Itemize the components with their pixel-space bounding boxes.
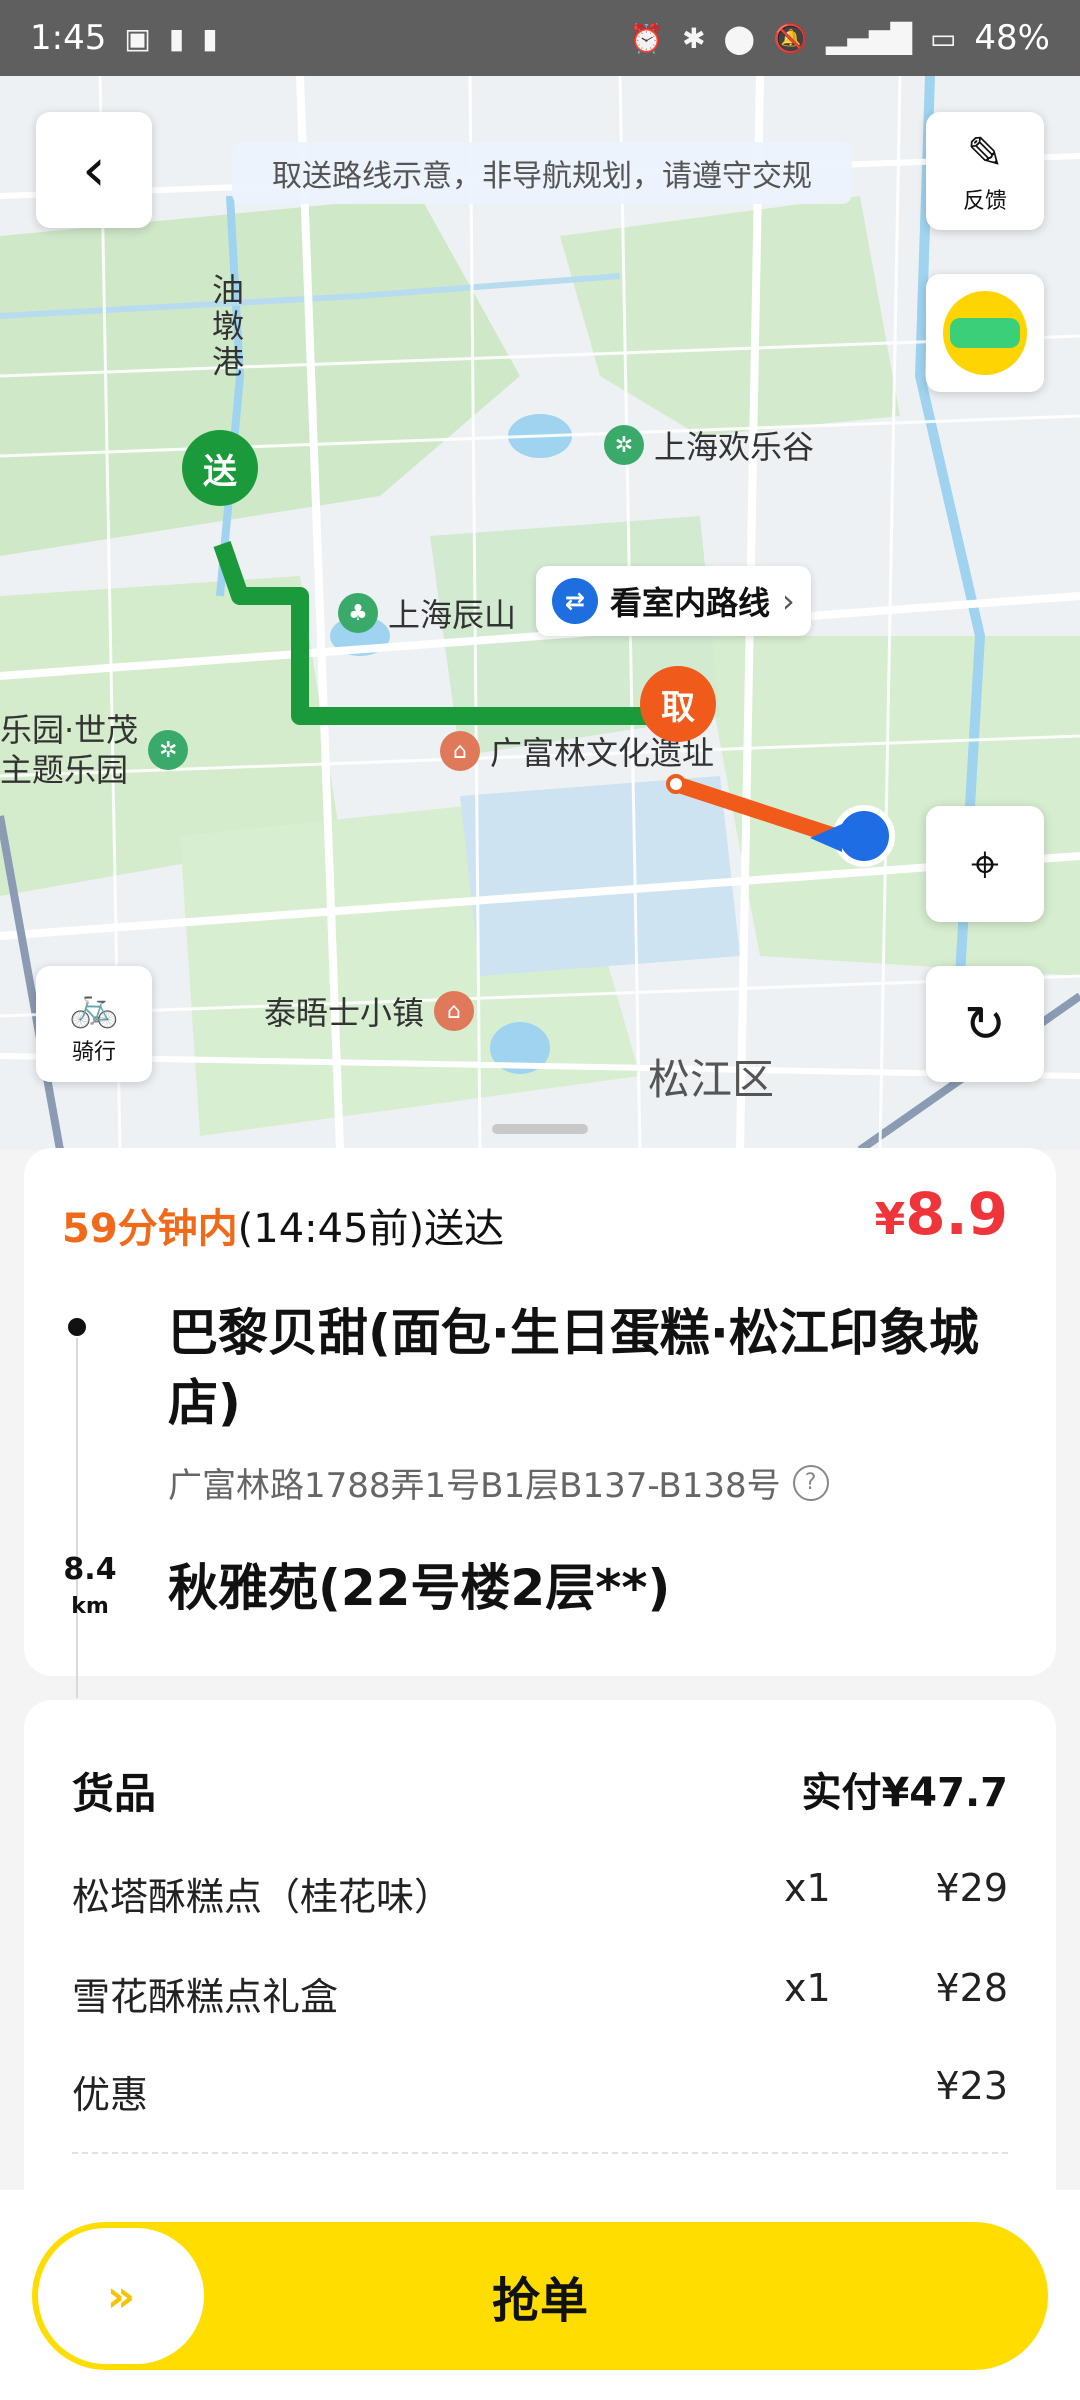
alarm-icon: ⏰ <box>629 21 665 55</box>
ferris-wheel-icon: ✲ <box>604 425 644 465</box>
double-chevron-icon: » <box>106 2270 136 2322</box>
order-card[interactable]: 59分钟内(14:45前)送达 ¥8.9 巴黎贝甜(面包·生日蛋糕·松江印象城店… <box>24 1148 1056 1698</box>
map-label-youdun: 油 墩 港 <box>212 271 245 381</box>
helmet-avatar-icon <box>943 291 1027 375</box>
monument-icon: ⌂ <box>434 991 475 1031</box>
battery-icon: ▭ <box>929 21 957 55</box>
destination-name: 秋雅苑(22号楼2层**) <box>168 1559 671 1617</box>
chevron-right-icon: › <box>782 582 795 620</box>
paid-amount: 实付¥47.7 <box>801 1770 1008 1816</box>
mute-icon: 🔕 <box>772 21 808 55</box>
drag-handle[interactable] <box>492 1124 588 1134</box>
ride-mode-button[interactable]: 🚲 骑行 <box>36 966 152 1082</box>
district-label: 松江区 <box>648 1055 775 1104</box>
crosshair-icon: ⌖ <box>970 834 1000 893</box>
back-arrow-icon: ‹ <box>82 135 106 205</box>
tree-icon: ♣ <box>338 593 378 633</box>
route-start-dot <box>68 1318 86 1336</box>
edit-icon: ✎ <box>966 127 1004 179</box>
battery-small-icon: ▮ <box>202 21 218 55</box>
goods-row: 雪花酥糕点礼盒 x1 ¥28 <box>72 1966 1008 2019</box>
poi-happy-valley[interactable]: ✲ 上海欢乐谷 <box>604 422 814 468</box>
help-icon[interactable]: ? <box>792 1464 829 1501</box>
status-bar: 1:45 ▣ ▮ ▮ ⏰ ✱ ⬤ 🔕 ▂▄▆█ ▭ 48% <box>0 0 1080 76</box>
discount-row: 优惠 ¥23 <box>72 2064 1008 2117</box>
bottom-action-bar: » 抢单 <box>0 2190 1080 2400</box>
route-connector <box>76 1338 78 1698</box>
bluetooth-icon: ✱ <box>682 21 706 55</box>
battery-percent: 48% <box>974 18 1050 58</box>
delivery-eta: 59分钟内(14:45前)送达 <box>62 1206 505 1252</box>
indoor-route-button[interactable]: ⇄ 看室内路线 › <box>536 566 811 636</box>
pickup-shop-name: 巴黎贝甜(面包·生日蛋糕·松江印象城店) <box>168 1304 979 1432</box>
back-button[interactable]: ‹ <box>36 112 152 228</box>
delivery-fee: ¥8.9 <box>874 1180 1008 1248</box>
monument-icon: ⌂ <box>440 731 480 771</box>
map-view[interactable]: 油 墩 港 ✲ 上海欢乐谷 ♣ 上海辰山 ⌂ 广富林文化遗址 乐园·世茂 主题乐… <box>0 76 1080 1150</box>
refresh-icon: ↻ <box>964 995 1006 1053</box>
route-tip-banner: 取送路线示意，非导航规划，请遵守交规 <box>232 142 852 204</box>
poi-shimao[interactable]: 乐园·世茂 主题乐园 ✲ <box>0 710 189 790</box>
ferris-wheel-icon: ✲ <box>148 730 189 770</box>
bicycle-icon: 🚲 <box>69 983 119 1030</box>
goods-row: 松塔酥糕点（桂花味） x1 ¥29 <box>72 1866 1008 1919</box>
pickup-address: 广富林路1788弄1号B1层B137-B138号 ? <box>168 1458 829 1507</box>
goods-card: 货品 实付¥47.7 松塔酥糕点（桂花味） x1 ¥29 雪花酥糕点礼盒 x1 … <box>24 1700 1056 2220</box>
refresh-button[interactable]: ↻ <box>926 966 1044 1082</box>
deliver-pin[interactable]: 送 <box>182 430 258 506</box>
swipe-slider-knob[interactable]: » <box>38 2228 204 2364</box>
location-icon: ⬤ <box>723 21 755 55</box>
poi-chenshan[interactable]: ♣ 上海辰山 <box>338 590 516 636</box>
divider <box>72 2152 1008 2154</box>
feedback-button[interactable]: ✎ 反馈 <box>926 112 1044 230</box>
locate-button[interactable]: ⌖ <box>926 806 1044 922</box>
rider-avatar-button[interactable] <box>926 274 1044 392</box>
clock: 1:45 <box>30 18 107 58</box>
alert-icon: ▮ <box>168 21 185 55</box>
pickup-pin[interactable]: 取 <box>640 666 716 742</box>
route-icon: ⇄ <box>552 578 598 624</box>
goods-title: 货品 <box>72 1769 157 1818</box>
app-notification-icon: ▣ <box>124 21 151 55</box>
poi-thames-town[interactable]: 泰晤士小镇 ⌂ <box>264 988 475 1034</box>
grab-order-button[interactable]: » 抢单 <box>32 2222 1048 2370</box>
signal-icon: ▂▄▆█ <box>825 21 912 55</box>
